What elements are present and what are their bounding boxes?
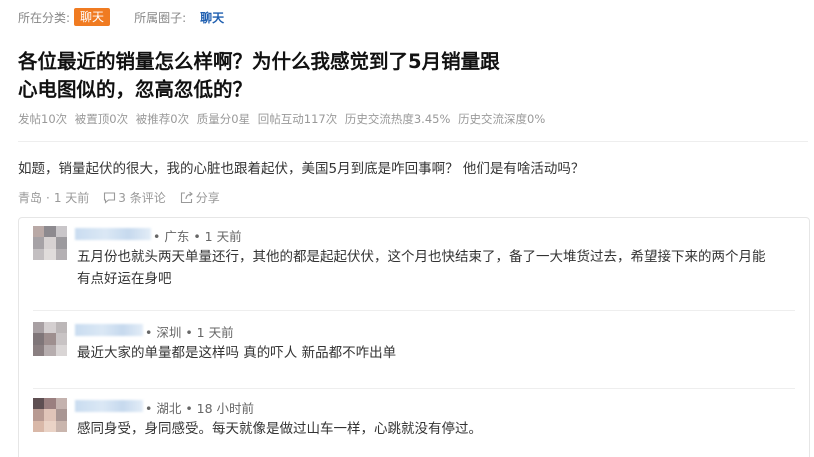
comment-meta: • 广东 • 1 天前: [153, 229, 242, 244]
comment-meta: • 湖北 • 18 小时前: [145, 401, 255, 416]
avatar[interactable]: [33, 226, 67, 260]
comment-text: 感同身受，身同感受。每天就像是做过山车一样，心跳就没有停过。: [77, 421, 482, 437]
stat-pinned: 被置顶0次: [74, 112, 129, 126]
comments-count: 3 条评论: [118, 191, 166, 205]
stat-depth: 历史交流深度0%: [458, 112, 546, 126]
comment-icon: [104, 192, 116, 204]
stat-posts: 发帖10次: [18, 112, 68, 126]
comment-divider: [33, 310, 795, 311]
post-title-line1: 各位最近的销量怎么样啊？为什么我感觉到了5月销量跟: [18, 50, 500, 73]
stat-quality: 质量分0星: [196, 112, 251, 126]
comment-text: 最近大家的单量都是这样吗 真的吓人 新品都不咋出单: [77, 345, 397, 361]
comment-item: • 广东 • 1 天前 五月份也就头两天单量还行，其他的都是起起伏伏，这个月也快…: [33, 226, 793, 306]
comment-divider: [33, 388, 795, 389]
post-body: 如题，销量起伏的很大，我的心脏也跟着起伏，美国5月到底是咋回事啊？ 他们是有啥活…: [18, 161, 585, 177]
post-time: 1 天前: [53, 191, 90, 205]
category-badge[interactable]: 聊天: [74, 8, 111, 26]
avatar[interactable]: [33, 398, 67, 432]
avatar[interactable]: [33, 322, 67, 356]
post-title: 各位最近的销量怎么样啊？为什么我感觉到了5月销量跟 心电图似的，忽高忽低的？: [18, 48, 578, 104]
comments-panel: • 广东 • 1 天前 五月份也就头两天单量还行，其他的都是起起伏伏，这个月也快…: [18, 217, 810, 457]
comments-button[interactable]: 3 条评论: [103, 189, 166, 206]
post-meta: 青岛 · 1 天前 3 条评论 分享: [18, 189, 220, 206]
post-title-line2: 心电图似的，忽高忽低的？: [18, 78, 253, 101]
username-blurred[interactable]: [75, 228, 151, 240]
comment-item: • 湖北 • 18 小时前 感同身受，身同感受。每天就像是做过山车一样，心跳就没…: [33, 398, 793, 457]
post-location: 青岛: [18, 191, 43, 205]
post-category-bar: 所在分类: 聊天 所属圈子: 聊天: [18, 7, 224, 27]
circle-label: 所属圈子:: [134, 10, 187, 25]
share-label: 分享: [195, 191, 220, 205]
header-divider: [18, 141, 808, 142]
share-icon: [180, 191, 193, 204]
username-blurred[interactable]: [75, 324, 143, 336]
comment-text: 五月份也就头两天单量还行，其他的都是起起伏伏，这个月也快结束了，备了一大堆货过去…: [77, 249, 766, 287]
author-stats: 发帖10次 被置顶0次 被推荐0次 质量分0星 回帖互动117次 历史交流热度3…: [18, 111, 549, 127]
comment-meta: • 深圳 • 1 天前: [145, 325, 234, 340]
username-blurred[interactable]: [75, 400, 143, 412]
circle-link[interactable]: 聊天: [200, 9, 224, 26]
share-button[interactable]: 分享: [180, 189, 220, 206]
stat-replies: 回帖互动117次: [257, 112, 338, 126]
stat-recommended: 被推荐0次: [135, 112, 190, 126]
category-label: 所在分类:: [18, 10, 71, 25]
comment-item: • 深圳 • 1 天前 最近大家的单量都是这样吗 真的吓人 新品都不咋出单: [33, 322, 793, 382]
stat-heat: 历史交流热度3.45%: [344, 112, 451, 126]
